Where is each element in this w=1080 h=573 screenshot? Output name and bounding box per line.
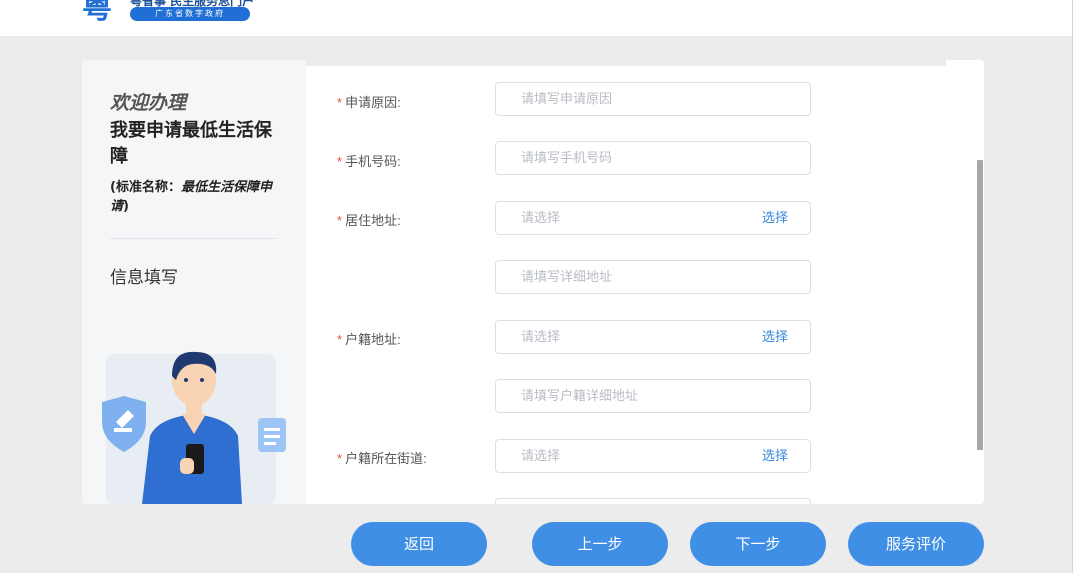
welcome-text: 欢迎办理 [110,93,187,114]
standard-name: (标准名称：最低生活保障申请) [110,178,285,216]
current-step-label: 信息填写 [110,268,178,288]
label-residence-address: * 居住地址: [337,210,401,229]
label-household-address: * 户籍地址: [337,329,401,348]
placeholder-text: 请填写户籍详细地址 [521,388,639,403]
service-title: 我要申请最低生活保障 [110,120,272,167]
back-button[interactable]: 返回 [351,522,487,566]
required-mark: * [337,332,343,347]
label-text: 申请原因: [345,95,401,110]
scrollbar-thumb[interactable] [977,160,983,450]
next-step-button[interactable]: 下一步 [690,522,826,566]
household-detail-input[interactable]: 请填写户籍详细地址 [495,379,811,413]
residence-select-link[interactable]: 选择 [762,202,788,234]
household-street-select[interactable]: 请选择 选择 [495,439,811,473]
next-field-partial[interactable] [495,498,811,504]
placeholder-text: 请填写详细地址 [521,269,613,284]
street-select-link[interactable]: 选择 [762,440,788,472]
top-bar: 粤 粤省事 民生服务总门户 广东省数字政府 [0,0,1072,36]
service-info-panel: 欢迎办理 我要申请最低生活保障 (标准名称：最低生活保障申请) 信息填写 [82,60,306,504]
label-household-street: * 户籍所在街道: [337,448,427,467]
logo[interactable]: 粤 粤省事 民生服务总门户 广东省数字政府 [82,0,282,30]
apply-reason-input[interactable]: 请填写申请原因 [495,82,811,116]
required-mark: * [337,95,343,110]
label-text: 居住地址: [345,213,401,228]
residence-detail-input[interactable]: 请填写详细地址 [495,260,811,294]
household-select-link[interactable]: 选择 [762,321,788,353]
service-rating-button[interactable]: 服务评价 [848,522,984,566]
placeholder-text: 请选择 [521,210,561,225]
label-text: 户籍地址: [345,332,401,347]
std-name-suffix: ) [123,199,129,214]
residence-address-select[interactable]: 请选择 选择 [495,201,811,235]
required-mark: * [337,213,343,228]
document-icon [258,418,286,452]
form-scroll-area[interactable]: * 申请原因: 请填写申请原因 * 手机号码: 请填写手机号码 * 居住地址: 请选择… [306,60,984,504]
household-address-select[interactable]: 请选择 选择 [495,320,811,354]
placeholder-text: 请选择 [521,448,561,463]
label-apply-reason: * 申请原因: [337,92,401,111]
form-card: 欢迎办理 我要申请最低生活保障 (标准名称：最低生活保障申请) 信息填写 * 申… [82,60,984,504]
logo-mark: 粤 [82,0,112,26]
label-text: 户籍所在街道: [345,451,427,466]
window-edge-strip [1073,0,1080,573]
form-top-strip [306,60,946,66]
required-mark: * [337,451,343,466]
prev-step-button[interactable]: 上一步 [532,522,668,566]
placeholder-text: 请填写申请原因 [521,91,613,106]
label-text: 手机号码: [345,154,401,169]
label-phone: * 手机号码: [337,151,401,170]
phone-input[interactable]: 请填写手机号码 [495,141,811,175]
logo-badge: 广东省数字政府 [130,7,250,21]
person-illustration [102,351,286,504]
panel-divider [110,238,278,239]
placeholder-text: 请选择 [521,329,561,344]
required-mark: * [337,154,343,169]
placeholder-text: 请填写手机号码 [521,150,613,165]
std-name-prefix: (标准名称： [110,180,181,195]
